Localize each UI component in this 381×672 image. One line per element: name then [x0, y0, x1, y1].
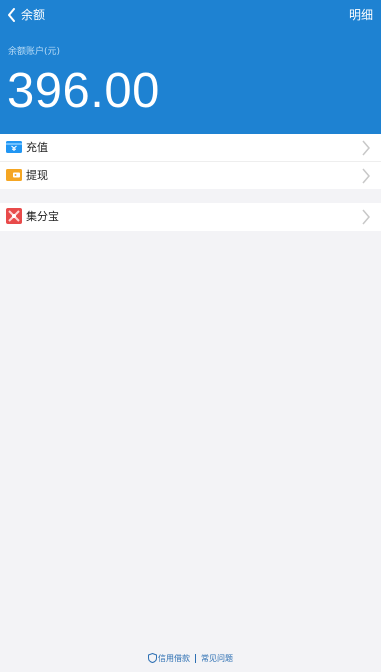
balance-header-panel: 余额 明细 余额账户(元) 396.00: [0, 0, 381, 134]
withdraw-icon: [6, 169, 22, 181]
balance-amount: 396.00: [7, 64, 160, 118]
list-item-label: 充值: [26, 141, 48, 154]
account-actions-list: 充值 提现: [0, 134, 381, 189]
navigation-bar: 余额 明细: [0, 0, 381, 30]
faq-link[interactable]: 常见问题: [201, 653, 233, 664]
recharge-icon: [6, 141, 22, 153]
jifenbao-icon: [6, 208, 22, 224]
balance-screen: 余额 明细 余额账户(元) 396.00 充值 提现 集分宝 信用借款 常见问题: [0, 0, 381, 672]
back-button[interactable]: [2, 5, 22, 25]
list-item-withdraw[interactable]: 提现: [0, 162, 381, 189]
chevron-left-icon: [8, 8, 15, 22]
list-item-label: 集分宝: [26, 210, 59, 223]
shield-icon: [148, 653, 157, 663]
page-title: 余额: [21, 8, 46, 22]
chevron-right-icon: [362, 168, 370, 184]
chevron-right-icon: [362, 140, 370, 156]
credit-loan-label: 信用借款: [158, 653, 190, 663]
balance-label: 余额账户(元): [8, 47, 61, 57]
list-item-label: 提现: [26, 169, 48, 182]
footer-links: 信用借款 常见问题: [0, 650, 381, 666]
chevron-right-icon: [362, 209, 370, 225]
detail-button[interactable]: 明细: [349, 7, 373, 23]
list-item-jifenbao[interactable]: 集分宝: [0, 203, 381, 230]
footer-divider: [195, 653, 196, 663]
points-list: 集分宝: [0, 203, 381, 231]
list-item-recharge[interactable]: 充值: [0, 134, 381, 162]
credit-loan-link[interactable]: 信用借款: [148, 653, 190, 664]
